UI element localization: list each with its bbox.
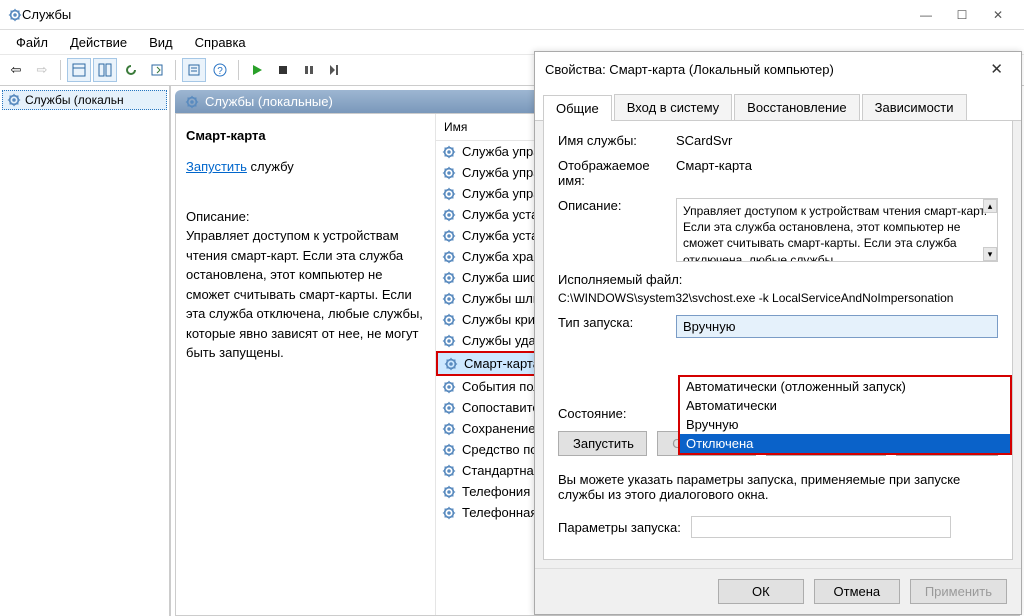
gear-icon: [442, 401, 456, 415]
tab-general[interactable]: Общие: [543, 95, 612, 121]
svg-text:?: ?: [217, 66, 223, 77]
gear-icon: [444, 357, 458, 371]
dialog-close-button[interactable]: ✕: [982, 56, 1011, 82]
tab-dependencies[interactable]: Зависимости: [862, 94, 967, 120]
tab-recovery[interactable]: Восстановление: [734, 94, 859, 120]
app-icon: [8, 8, 22, 22]
gear-icon: [442, 334, 456, 348]
properties-dialog: Свойства: Смарт-карта (Локальный компьют…: [534, 51, 1022, 615]
startup-select[interactable]: Вручную: [676, 315, 998, 338]
gear-icon: [442, 208, 456, 222]
scroll-down-icon[interactable]: ▾: [983, 247, 997, 261]
gear-icon: [442, 464, 456, 478]
tb-back[interactable]: ⇦: [4, 58, 28, 82]
gear-icon: [442, 422, 456, 436]
tb-restart[interactable]: [323, 58, 347, 82]
tb-props[interactable]: [182, 58, 206, 82]
apply-button[interactable]: Применить: [910, 579, 1007, 604]
tb-help[interactable]: ?: [208, 58, 232, 82]
value-exe: C:\WINDOWS\system32\svchost.exe -k Local…: [558, 291, 953, 305]
menu-view[interactable]: Вид: [139, 33, 183, 52]
maximize-button[interactable]: ☐: [944, 1, 980, 29]
start-button[interactable]: Запустить: [558, 431, 647, 456]
gear-icon: [442, 166, 456, 180]
tree-root[interactable]: Службы (локальн: [2, 90, 167, 110]
label-startup: Тип запуска:: [558, 315, 668, 330]
tb-stop[interactable]: [271, 58, 295, 82]
params-hint: Вы можете указать параметры запуска, при…: [558, 472, 998, 502]
gear-icon: [7, 93, 21, 107]
tb-play[interactable]: [245, 58, 269, 82]
params-input[interactable]: [691, 516, 951, 538]
gear-icon: [442, 271, 456, 285]
label-desc: Описание:: [558, 198, 668, 213]
tb-pause[interactable]: [297, 58, 321, 82]
gear-icon: [442, 145, 456, 159]
gear-icon: [185, 95, 199, 109]
scroll-up-icon[interactable]: ▴: [983, 199, 997, 213]
menu-action[interactable]: Действие: [60, 33, 137, 52]
menu-help[interactable]: Справка: [185, 33, 256, 52]
gear-icon: [442, 229, 456, 243]
gear-icon: [442, 485, 456, 499]
label-exe: Исполняемый файл:: [558, 272, 682, 287]
label-svcname: Имя службы:: [558, 133, 668, 148]
gear-icon: [442, 506, 456, 520]
tab-logon[interactable]: Вход в систему: [614, 94, 732, 120]
value-desc: Управляет доступом к устройствам чтения …: [676, 198, 998, 262]
close-button[interactable]: ✕: [980, 1, 1016, 29]
tb-view1[interactable]: [67, 58, 91, 82]
label-dispname: Отображаемое имя:: [558, 158, 668, 188]
dialog-title: Свойства: Смарт-карта (Локальный компьют…: [545, 62, 834, 77]
minimize-button[interactable]: —: [908, 1, 944, 29]
selected-service-name: Смарт-карта: [186, 128, 425, 143]
description-panel: Смарт-карта Запустить службу Описание: У…: [176, 114, 436, 615]
window-titlebar: Службы — ☐ ✕: [0, 0, 1024, 30]
menu-file[interactable]: Файл: [6, 33, 58, 52]
desc-text: Управляет доступом к устройствам чтения …: [186, 226, 425, 363]
gear-icon: [442, 443, 456, 457]
gear-icon: [442, 292, 456, 306]
dd-auto[interactable]: Автоматически: [680, 396, 1010, 415]
tb-view2[interactable]: [93, 58, 117, 82]
gear-icon: [442, 380, 456, 394]
label-status: Состояние:: [558, 406, 668, 421]
tb-refresh[interactable]: [119, 58, 143, 82]
dd-manual[interactable]: Вручную: [680, 415, 1010, 434]
dd-auto-delayed[interactable]: Автоматически (отложенный запуск): [680, 377, 1010, 396]
gear-icon: [442, 250, 456, 264]
value-dispname: Смарт-карта: [676, 158, 998, 173]
tb-export[interactable]: [145, 58, 169, 82]
startup-dropdown: Автоматически (отложенный запуск) Автома…: [678, 375, 1012, 455]
start-service-link[interactable]: Запустить: [186, 159, 247, 174]
gear-icon: [442, 313, 456, 327]
desc-header: Описание:: [186, 207, 425, 227]
dd-disabled[interactable]: Отключена: [680, 434, 1010, 453]
ok-button[interactable]: ОК: [718, 579, 804, 604]
tree-pane: Службы (локальн: [0, 86, 170, 616]
tb-forward[interactable]: ⇨: [30, 58, 54, 82]
value-svcname: SCardSvr: [676, 133, 998, 148]
window-title: Службы: [22, 7, 71, 22]
cancel-button[interactable]: Отмена: [814, 579, 900, 604]
gear-icon: [442, 187, 456, 201]
label-params: Параметры запуска:: [558, 520, 681, 535]
